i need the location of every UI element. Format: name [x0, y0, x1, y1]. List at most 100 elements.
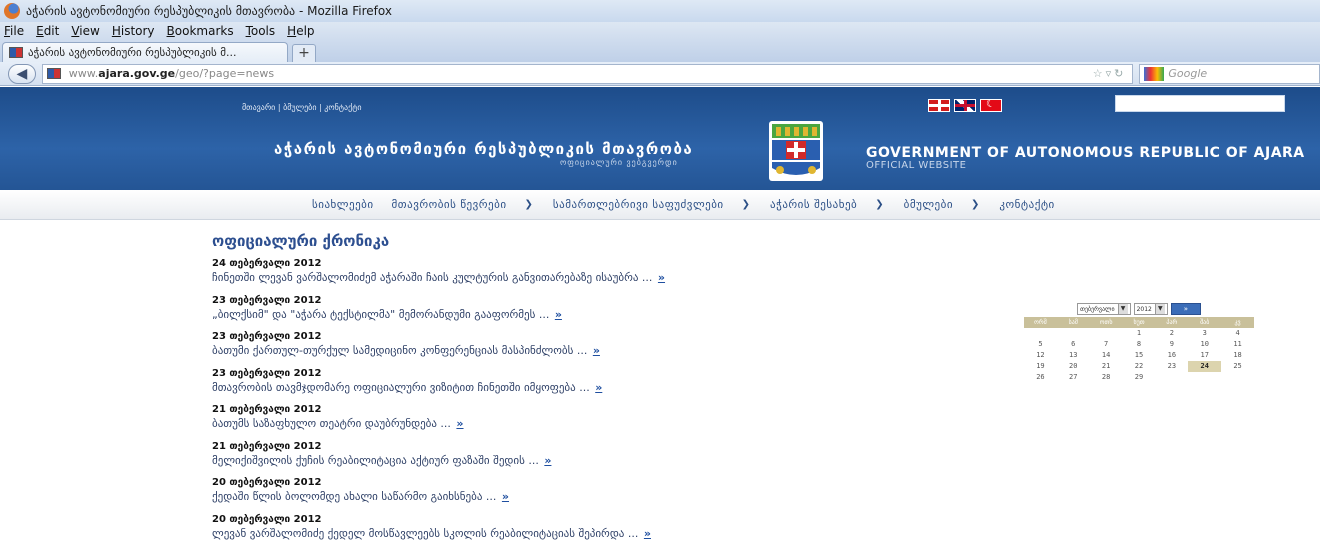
- calendar-weekday: ხუთ: [1122, 317, 1156, 328]
- nav-dropdown-icon[interactable]: ❯: [971, 199, 979, 210]
- calendar-day[interactable]: 15: [1123, 350, 1156, 361]
- calendar-day[interactable]: 29: [1123, 372, 1156, 383]
- calendar-day[interactable]: 9: [1155, 339, 1188, 350]
- calendar-weekday: პარ: [1155, 317, 1189, 328]
- site-header: მთავარი | ბმულები | კონტაქტი აჭარის ავტო…: [0, 87, 1320, 190]
- read-more-link[interactable]: »: [502, 490, 509, 503]
- menu-help[interactable]: Help: [287, 24, 314, 38]
- back-arrow-icon: ◀: [16, 65, 28, 82]
- reload-icon[interactable]: ↻: [1114, 67, 1126, 80]
- menu-bar: File Edit View History Bookmarks Tools H…: [0, 22, 1320, 40]
- site-identity-icon: [46, 68, 61, 79]
- news-title[interactable]: ბათუმს საზაფხულო თეატრი დაუბრუნდება ... …: [212, 416, 912, 431]
- nav-item-links[interactable]: ბმულები: [904, 198, 953, 211]
- read-more-link[interactable]: »: [593, 344, 600, 357]
- calendar-day[interactable]: 1: [1123, 328, 1156, 339]
- year-select[interactable]: 2012 ▼: [1133, 303, 1168, 315]
- site-subtitle-english: OFFICIAL WEBSITE: [866, 160, 967, 171]
- site-search-input[interactable]: [1115, 95, 1285, 112]
- calendar-go-button[interactable]: »: [1170, 303, 1201, 315]
- month-select[interactable]: თებერვალი ▼: [1077, 303, 1131, 315]
- calendar-day[interactable]: 4: [1221, 328, 1254, 339]
- calendar-day[interactable]: 20: [1057, 361, 1090, 372]
- news-item: 21 თებერვალი 2012 ბათუმს საზაფხულო თეატრ…: [212, 403, 912, 440]
- dropdown-icon[interactable]: ▿: [1106, 67, 1115, 80]
- news-date: 23 თებერვალი 2012: [212, 294, 322, 306]
- nav-dropdown-icon[interactable]: ❯: [875, 199, 883, 210]
- calendar-day[interactable]: 26: [1024, 372, 1057, 383]
- calendar-day[interactable]: 10: [1188, 339, 1221, 350]
- news-date: 21 თებერვალი 2012: [212, 404, 322, 415]
- back-button[interactable]: ◀: [8, 63, 36, 84]
- news-title[interactable]: ბათუმი ქართულ-თურქულ სამედიცინო კონფერენ…: [212, 343, 912, 358]
- calendar-day[interactable]: 7: [1090, 339, 1123, 350]
- bookmark-star-icon[interactable]: ☆: [1093, 67, 1106, 80]
- browser-search-box[interactable]: Google: [1139, 63, 1320, 84]
- calendar-day[interactable]: 19: [1024, 361, 1057, 372]
- ajara-emblem-icon: [769, 121, 823, 181]
- calendar-day[interactable]: 14: [1090, 350, 1123, 361]
- calendar-day[interactable]: 6: [1057, 339, 1090, 350]
- news-title[interactable]: მელიქიშვილის ქუჩის რეაბილიტაცია აქტიურ ფ…: [212, 453, 912, 468]
- calendar-day[interactable]: 27: [1057, 372, 1090, 383]
- read-more-link[interactable]: »: [544, 454, 551, 467]
- url-domain: ajara.gov.ge: [98, 67, 176, 80]
- calendar-day[interactable]: 25: [1221, 361, 1254, 372]
- menu-view[interactable]: View: [71, 24, 99, 38]
- calendar-day[interactable]: 28: [1090, 372, 1123, 383]
- menu-tools[interactable]: Tools: [246, 24, 276, 38]
- nav-item-contact[interactable]: კონტაქტი: [999, 198, 1054, 211]
- nav-item-legal-basis[interactable]: სამართლებრივი საფუძვლები: [553, 198, 724, 211]
- english-flag-icon[interactable]: [954, 99, 976, 112]
- nav-item-government-members[interactable]: მთავრობის წევრები: [392, 198, 507, 211]
- read-more-link[interactable]: »: [595, 381, 602, 394]
- news-title[interactable]: „ბილქსიმ" და "აჭარა ტექსტილმა" მემორანდუ…: [212, 307, 912, 322]
- calendar-day[interactable]: 24: [1188, 361, 1222, 372]
- top-links[interactable]: მთავარი | ბმულები | კონტაქტი: [242, 103, 362, 112]
- site-nav: სიახლეები მთავრობის წევრები ❯ სამართლებრ…: [0, 190, 1320, 220]
- calendar-day[interactable]: 12: [1024, 350, 1057, 361]
- news-item: 20 თებერვალი 2012 ქედაში წლის ბოლომდე ახ…: [212, 476, 912, 513]
- read-more-link[interactable]: »: [456, 417, 463, 430]
- url-bar[interactable]: www. ajara.gov.ge/geo/?page=news ☆▿↻: [41, 63, 1134, 84]
- calendar-day[interactable]: 13: [1057, 350, 1090, 361]
- calendar-day[interactable]: 3: [1188, 328, 1221, 339]
- nav-item-news[interactable]: სიახლეები: [312, 198, 374, 211]
- read-more-link[interactable]: »: [555, 308, 562, 321]
- search-placeholder: Google: [1168, 67, 1208, 80]
- calendar-day[interactable]: 16: [1155, 350, 1188, 361]
- news-title[interactable]: ლევან ვარშალომიძე ქედელ მოსწავლეებს სკოლ…: [212, 526, 912, 541]
- calendar-day[interactable]: 5: [1024, 339, 1057, 350]
- nav-item-about-ajara[interactable]: აჭარის შესახებ: [770, 198, 857, 211]
- navigation-toolbar: ◀ www. ajara.gov.ge/geo/?page=news ☆▿↻ Go…: [0, 62, 1320, 86]
- read-more-link[interactable]: »: [658, 271, 665, 284]
- menu-bookmarks[interactable]: Bookmarks: [167, 24, 234, 38]
- read-more-link[interactable]: »: [644, 527, 651, 540]
- nav-dropdown-icon[interactable]: ❯: [525, 199, 533, 210]
- calendar-day[interactable]: 11: [1221, 339, 1254, 350]
- georgian-flag-icon[interactable]: [928, 99, 950, 112]
- news-title[interactable]: მთავრობის თავმჯდომარე ოფიციალური ვიზიტით…: [212, 380, 912, 395]
- news-title[interactable]: ჩინეთში ლევან ვარშალომიძემ აჭარაში ჩაის …: [212, 270, 912, 285]
- menu-history[interactable]: History: [112, 24, 155, 38]
- calendar-day[interactable]: 8: [1123, 339, 1156, 350]
- browser-tab[interactable]: აჭარის ავტონომიური რესპუბლიკის მ...: [2, 42, 288, 62]
- calendar-day[interactable]: 23: [1155, 361, 1188, 372]
- menu-file[interactable]: File: [4, 24, 24, 38]
- new-tab-button[interactable]: +: [292, 44, 316, 62]
- calendar-empty-cell: [1090, 328, 1123, 339]
- turkish-flag-icon[interactable]: [980, 97, 1002, 112]
- calendar-day[interactable]: 18: [1221, 350, 1254, 361]
- calendar-day[interactable]: 22: [1123, 361, 1156, 372]
- news-title[interactable]: ქედაში წლის ბოლომდე ახალი საწარმო გაიხსნ…: [212, 489, 912, 504]
- calendar-day[interactable]: 17: [1188, 350, 1221, 361]
- nav-dropdown-icon[interactable]: ❯: [742, 199, 750, 210]
- calendar-weekday: ოთხ: [1089, 317, 1123, 328]
- news-item: 20 თებერვალი 2012 ლევან ვარშალომიძე ქედე…: [212, 513, 912, 542]
- language-flags: [928, 97, 1002, 112]
- menu-edit[interactable]: Edit: [36, 24, 59, 38]
- calendar-day[interactable]: 21: [1090, 361, 1123, 372]
- calendar-empty-cell: [1024, 328, 1057, 339]
- google-icon: [1144, 66, 1165, 81]
- calendar-day[interactable]: 2: [1155, 328, 1188, 339]
